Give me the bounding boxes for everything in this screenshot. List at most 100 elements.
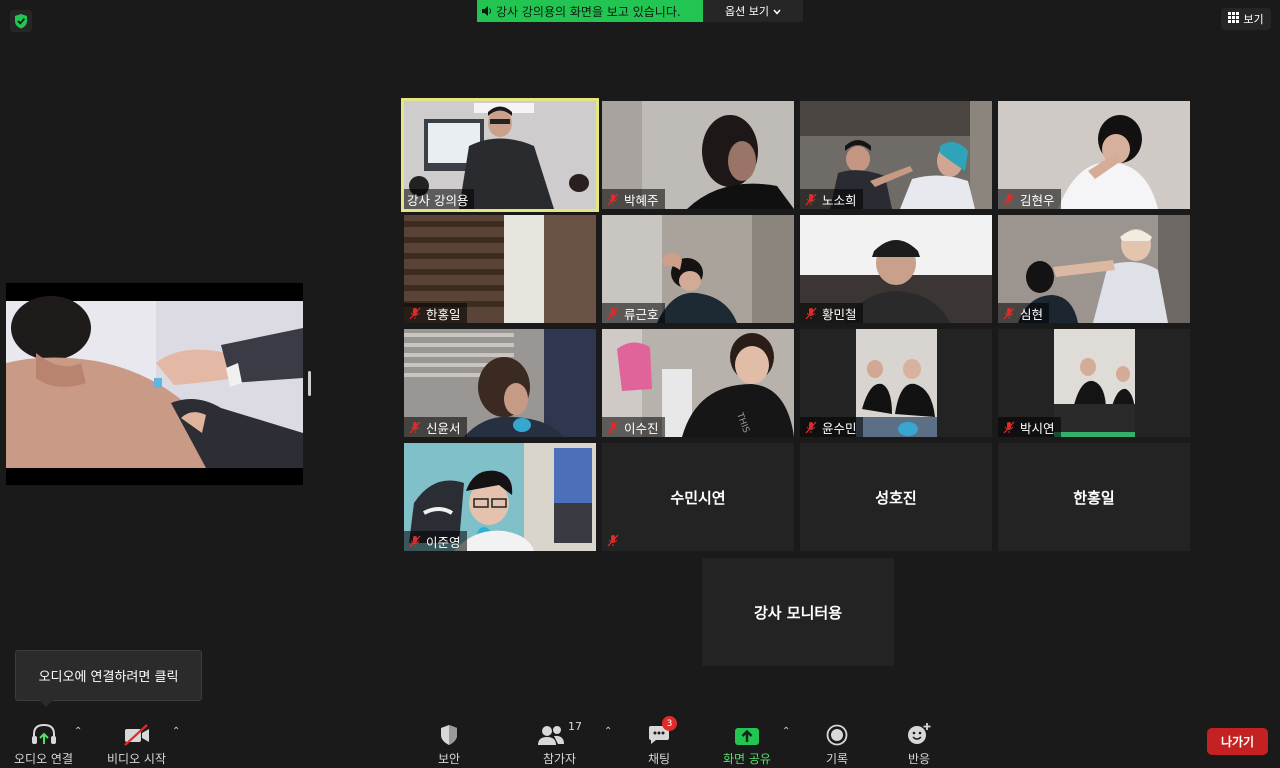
participant-name: 한홍일 <box>1073 488 1115 507</box>
participant-name: 류근호 <box>624 306 659 322</box>
participant-name: 심현 <box>1020 306 1044 322</box>
shared-screen-image <box>6 283 303 485</box>
video-tile[interactable]: 강사 강의용 <box>401 98 599 212</box>
headphones-upload-icon <box>30 720 58 746</box>
security-button[interactable]: 보안 <box>438 720 460 767</box>
video-tile[interactable]: 류근호 <box>602 215 794 323</box>
microphone-muted-icon <box>605 532 621 548</box>
participants-button[interactable]: 17 참가자 <box>537 720 582 767</box>
video-options-caret-icon[interactable]: ⌃ <box>172 726 180 737</box>
share-banner-text: 강사 강의용의 화면을 보고 있습니다. <box>496 4 681 19</box>
name-only-tile[interactable]: 수민시연 <box>602 443 794 551</box>
screen-share-banner: 강사 강의용의 화면을 보고 있습니다. <box>477 0 703 22</box>
name-only-tile[interactable]: 강사 모니터용 <box>702 558 894 666</box>
video-tile[interactable]: THIS 이수진 <box>602 329 794 437</box>
video-label: 비디오 시작 <box>107 752 167 766</box>
participant-name-label: 이준영 <box>404 531 467 551</box>
video-tile[interactable]: 이준영 <box>404 443 596 551</box>
participant-name: 김현우 <box>1020 192 1055 208</box>
participant-name: 이수진 <box>624 420 659 436</box>
name-only-tile[interactable]: 한홍일 <box>998 443 1190 551</box>
microphone-muted-icon <box>1001 191 1017 207</box>
gallery-view-button[interactable]: 보기 <box>1221 8 1271 30</box>
participant-name-label: 김현우 <box>998 189 1061 209</box>
participant-name: 수민시연 <box>670 488 726 507</box>
video-tile[interactable]: 윤수민 <box>800 329 992 437</box>
microphone-muted-icon <box>407 419 423 435</box>
record-label: 기록 <box>826 752 849 766</box>
participant-name: 신윤서 <box>426 420 461 436</box>
encryption-shield-icon[interactable] <box>10 10 32 32</box>
camera-off-icon <box>123 720 151 746</box>
participants-icon: 17 <box>537 720 582 746</box>
microphone-muted-icon <box>605 419 621 435</box>
participant-name: 강사 모니터용 <box>753 603 843 622</box>
participant-count: 17 <box>568 720 582 733</box>
emoji-add-icon <box>906 720 932 746</box>
microphone-muted-icon <box>407 533 423 549</box>
participant-name-label: 박혜주 <box>602 189 665 209</box>
participant-name: 노소희 <box>822 192 857 208</box>
participant-name-label: 심현 <box>998 303 1050 323</box>
participant-name-label: 황민철 <box>800 303 863 323</box>
participant-name: 이준영 <box>426 534 461 550</box>
participant-name-label: 윤수민 <box>800 417 863 437</box>
participant-name: 황민철 <box>822 306 857 322</box>
video-tile[interactable]: 한홍일 <box>404 215 596 323</box>
reactions-label: 반응 <box>907 752 931 766</box>
participant-name-label: 이수진 <box>602 417 665 437</box>
share-options-caret-icon[interactable]: ⌃ <box>782 726 790 737</box>
view-options-button[interactable]: 옵션 보기 <box>703 0 803 22</box>
record-icon <box>826 720 848 746</box>
participant-name-label: 강사 강의용 <box>404 189 475 209</box>
participant-name: 박혜주 <box>624 192 659 208</box>
microphone-muted-icon <box>1001 305 1017 321</box>
security-label: 보안 <box>438 752 461 766</box>
name-only-tile[interactable]: 성호진 <box>800 443 992 551</box>
video-tile[interactable]: 심현 <box>998 215 1190 323</box>
participant-name-label: 노소희 <box>800 189 863 209</box>
share-label: 화면 공유 <box>723 752 771 766</box>
video-tile[interactable]: 김현우 <box>998 101 1190 209</box>
video-tile[interactable]: 신윤서 <box>404 329 596 437</box>
chevron-down-icon <box>773 5 781 18</box>
shield-icon <box>439 720 459 746</box>
reactions-button[interactable]: 반응 <box>906 720 932 767</box>
video-tile[interactable]: 박혜주 <box>602 101 794 209</box>
audio-label: 오디오 연결 <box>14 752 74 766</box>
microphone-muted-icon <box>803 419 819 435</box>
microphone-muted-icon <box>803 305 819 321</box>
chat-label: 채팅 <box>647 752 671 766</box>
participants-label: 참가자 <box>542 752 577 766</box>
video-tile[interactable]: 황민철 <box>800 215 992 323</box>
participant-name-label: 박시연 <box>998 417 1061 437</box>
video-tile[interactable]: 박시연 <box>998 329 1190 437</box>
participant-name: 박시연 <box>1020 420 1055 436</box>
audio-options-caret-icon[interactable]: ⌃ <box>74 726 82 737</box>
participant-name-label: 한홍일 <box>404 303 467 323</box>
microphone-muted-icon <box>1001 419 1017 435</box>
microphone-muted-icon <box>605 305 621 321</box>
microphone-muted-icon <box>407 305 423 321</box>
join-audio-button[interactable]: 오디오 연결 <box>14 720 73 767</box>
share-screen-icon <box>734 720 760 746</box>
participant-name: 성호진 <box>875 488 917 507</box>
microphone-muted-icon <box>605 191 621 207</box>
view-options-label: 옵션 보기 <box>725 5 769 18</box>
chat-button[interactable]: 3 채팅 <box>647 716 677 767</box>
participant-name: 한홍일 <box>426 306 461 322</box>
participant-name-label: 신윤서 <box>404 417 467 437</box>
grid-icon <box>1228 12 1240 26</box>
participant-name-label: 류근호 <box>602 303 665 323</box>
audio-connect-tooltip: 오디오에 연결하려면 클릭 <box>15 650 202 701</box>
participants-options-caret-icon[interactable]: ⌃ <box>604 726 612 737</box>
start-video-button[interactable]: 비디오 시작 <box>107 720 166 767</box>
video-tile[interactable]: 노소희 <box>800 101 992 209</box>
tooltip-arrow <box>38 699 54 707</box>
share-screen-button[interactable]: 화면 공유 <box>723 720 771 767</box>
shared-screen-view[interactable] <box>6 283 303 485</box>
record-button[interactable]: 기록 <box>826 720 848 767</box>
split-view-resize-handle[interactable] <box>308 371 311 396</box>
microphone-muted-icon <box>803 191 819 207</box>
leave-meeting-button[interactable]: 나가기 <box>1207 728 1268 755</box>
